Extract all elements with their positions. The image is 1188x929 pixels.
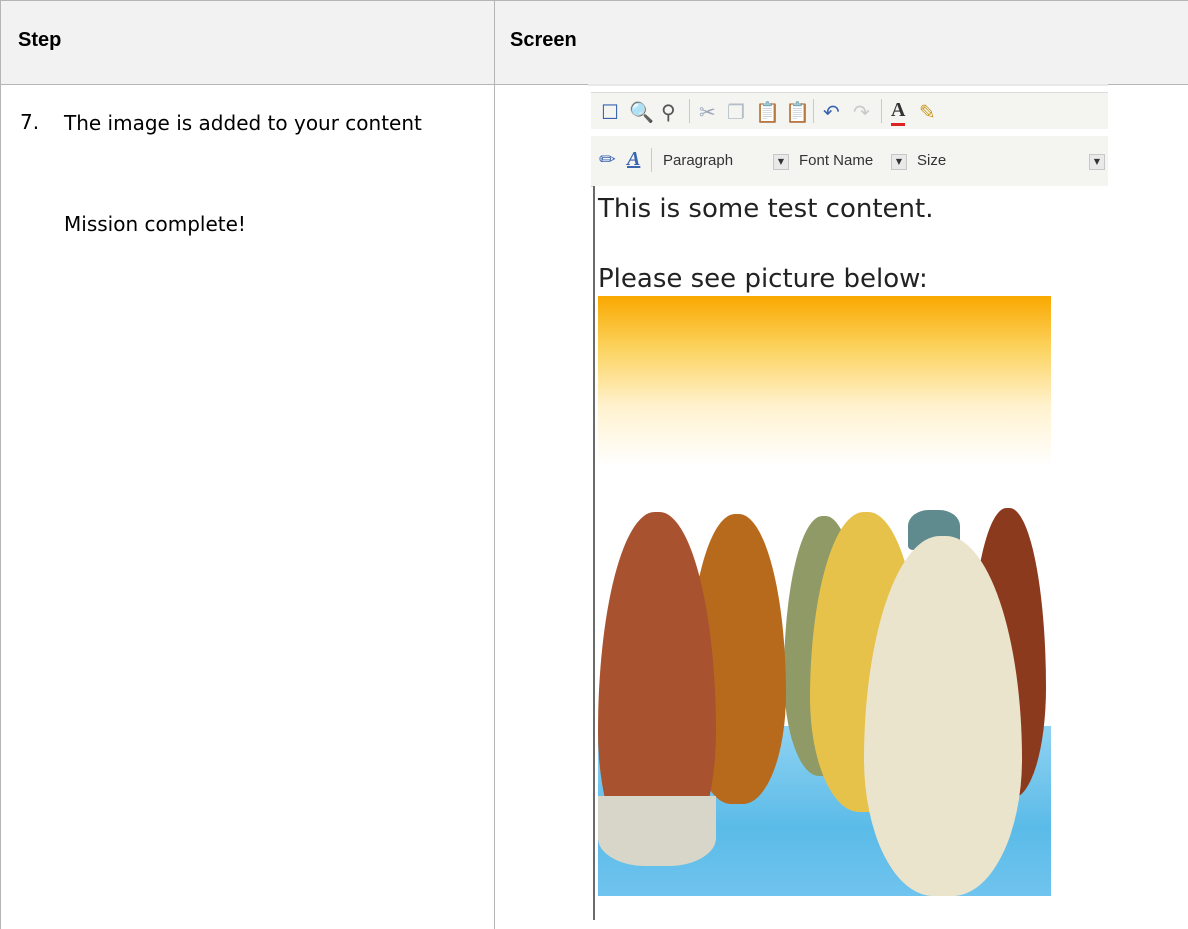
paste-icon[interactable]: 📋	[755, 101, 780, 123]
find-icon[interactable]: ⚲	[661, 101, 676, 123]
redo-icon[interactable]: ↷	[853, 101, 870, 123]
toolbar-separator	[813, 99, 814, 123]
editor-toolbar-row-2: ✏ A Paragraph ▼ Font Name ▼ Size ▼	[591, 136, 1108, 187]
image-gradient-band	[598, 296, 1051, 466]
table-border-top	[0, 0, 1188, 1]
table-border-left	[0, 0, 1, 929]
chevron-down-icon[interactable]: ▼	[1089, 154, 1105, 170]
chevron-down-icon[interactable]: ▼	[773, 154, 789, 170]
chevron-down-icon[interactable]: ▼	[891, 154, 907, 170]
size-dropdown[interactable]: Size	[917, 146, 946, 176]
preview-icon[interactable]: 🔍	[629, 101, 654, 123]
toolbar-separator	[651, 148, 652, 172]
cut-icon[interactable]: ✂	[699, 101, 716, 123]
step-number: 7.	[20, 110, 40, 134]
content-line-1: This is some test content.	[598, 194, 934, 224]
screenshot-frame	[588, 84, 1108, 86]
undo-icon[interactable]: ↶	[823, 101, 840, 123]
font-name-dropdown[interactable]: Font Name	[799, 146, 873, 176]
edit-icon[interactable]: ✏	[599, 148, 616, 170]
column-header-screen: Screen	[510, 29, 577, 51]
highlight-icon[interactable]: ✎	[919, 101, 936, 123]
font-color-icon[interactable]: A	[891, 100, 906, 126]
column-header-step: Step	[18, 29, 62, 51]
paste-special-icon[interactable]: 📋	[785, 101, 810, 123]
toolbar-separator	[689, 99, 690, 123]
completion-note: Mission complete!	[64, 212, 246, 236]
table-header-row	[0, 0, 1188, 84]
copy-icon[interactable]: ❐	[727, 101, 745, 123]
vase-terracotta-base	[598, 796, 716, 866]
content-line-2: Please see picture below:	[598, 264, 928, 294]
paragraph-dropdown[interactable]: Paragraph	[663, 146, 733, 176]
inserted-image[interactable]	[598, 296, 1051, 896]
table-column-divider	[494, 0, 495, 929]
select-all-icon[interactable]: ☐	[601, 101, 619, 123]
toolbar-separator	[881, 99, 882, 123]
step-description: The image is added to your content	[64, 111, 422, 135]
editor-toolbar-row-1: ☐ 🔍 ⚲ ✂ ❐ 📋 📋 ↶ ↷ A ✎	[591, 92, 1108, 129]
format-icon[interactable]: A	[627, 148, 640, 170]
